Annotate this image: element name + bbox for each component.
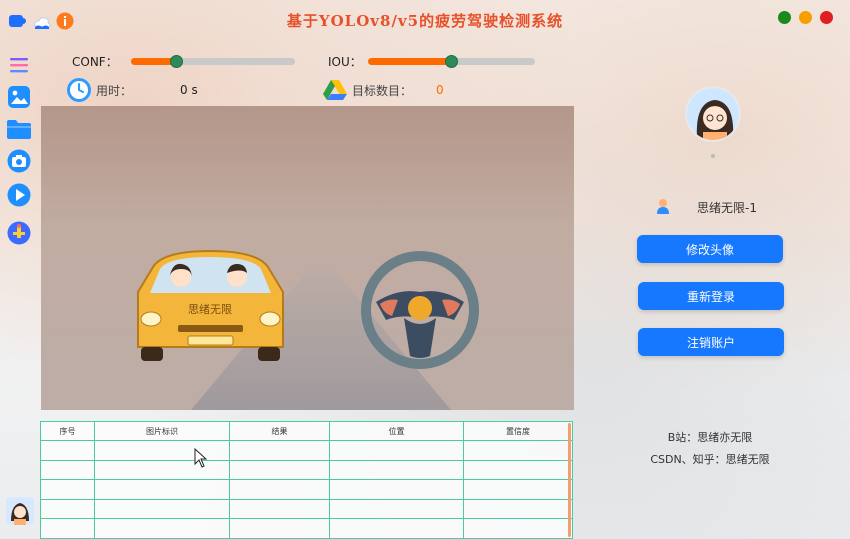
camera-icon[interactable] [6, 148, 32, 174]
svg-text:思绪无限: 思绪无限 [188, 302, 232, 316]
image-icon[interactable] [6, 84, 32, 110]
sidebar [0, 50, 40, 260]
user-avatar-illustration-icon [687, 88, 739, 140]
col-header-image-id[interactable]: 图片标识 [94, 421, 230, 441]
username: 思绪无限-1 [697, 201, 757, 215]
minimize-icon[interactable] [778, 11, 791, 24]
target-label: 目标数目： [352, 84, 413, 98]
iou-slider-fill [368, 58, 452, 65]
maximize-icon[interactable] [799, 11, 812, 24]
results-table[interactable]: 序号 图片标识 结果 位置 置信度 [40, 421, 573, 539]
conf-label: CONF： [72, 55, 118, 69]
time-label: 用时： [96, 84, 133, 98]
model-icon[interactable] [6, 220, 32, 246]
table-row[interactable] [40, 518, 573, 539]
image-display: 思绪无限 [41, 106, 574, 410]
time-value: 0 s [180, 83, 198, 97]
table-row[interactable] [40, 440, 573, 461]
conf-slider-handle[interactable] [169, 55, 183, 68]
table-scrollbar[interactable] [568, 423, 571, 537]
change-avatar-button[interactable]: 修改头像 [637, 235, 783, 263]
mouse-cursor-icon [194, 448, 208, 468]
credit-csdn-zhihu: CSDN、知乎：思绪无限 [650, 453, 770, 466]
target-value: 0 [436, 83, 444, 97]
col-header-index[interactable]: 序号 [40, 421, 95, 441]
table-row[interactable] [40, 459, 573, 480]
steering-wheel-icon [361, 251, 479, 369]
conf-slider[interactable] [131, 55, 295, 68]
iou-slider-handle[interactable] [444, 55, 458, 68]
table-row[interactable] [40, 479, 573, 500]
user-avatar[interactable] [685, 86, 741, 142]
logout-button[interactable]: 注销账户 [638, 328, 784, 356]
target-count-icon [322, 78, 348, 102]
relogin-button[interactable]: 重新登录 [638, 282, 784, 310]
close-icon[interactable] [820, 11, 833, 24]
col-header-position[interactable]: 位置 [329, 421, 464, 441]
car-illustration-icon: 思绪无限 [137, 249, 284, 361]
menu-icon[interactable] [6, 52, 32, 78]
col-header-result[interactable]: 结果 [229, 421, 330, 441]
window-controls [778, 0, 838, 30]
folder-icon[interactable] [6, 116, 32, 142]
table-row[interactable] [40, 498, 573, 519]
avatar-illustration-icon [6, 497, 34, 525]
play-icon[interactable] [6, 182, 32, 208]
iou-slider[interactable] [368, 55, 535, 68]
col-header-confidence[interactable]: 置信度 [463, 421, 573, 441]
avatar-indicator-dot [711, 154, 715, 158]
user-icon [657, 199, 669, 214]
clock-icon [66, 77, 92, 103]
credit-bilibili: B站：思绪亦无限 [667, 431, 753, 444]
iou-label: IOU： [328, 55, 362, 69]
sidebar-avatar[interactable] [6, 497, 34, 525]
window-title: 基于YOLOv8/v5的疲劳驾驶检测系统 [286, 12, 564, 30]
